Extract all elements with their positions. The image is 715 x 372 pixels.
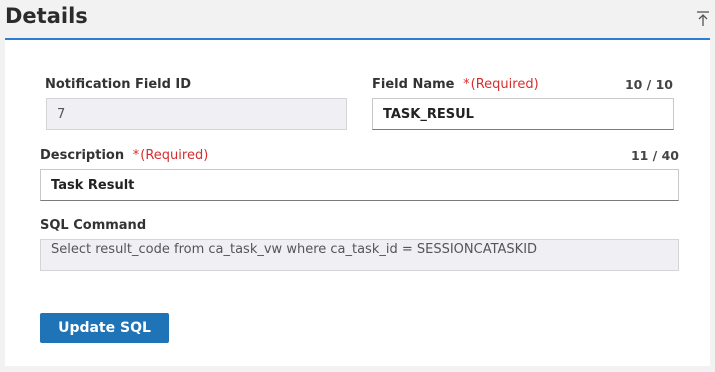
update-sql-button[interactable]: Update SQL [40, 313, 169, 343]
sql-command-value: Select result_code from ca_task_vw where… [51, 242, 538, 257]
notification-field-id-input: 7 [46, 98, 347, 130]
notification-field-id-label: Notification Field ID [45, 77, 192, 92]
description-counter: 11 / 40 [630, 148, 679, 163]
field-name-counter: 10 / 10 [624, 77, 673, 92]
page-title: Details [5, 4, 88, 28]
details-header: Details [0, 0, 715, 38]
collapse-to-top-icon[interactable] [695, 10, 711, 28]
panel-right-edge [710, 40, 715, 366]
sql-command-label: SQL Command [40, 218, 147, 233]
description-required-text: (Required) [140, 148, 209, 163]
field-name-label-text: Field Name [372, 77, 455, 92]
required-asterisk: * [463, 77, 470, 92]
details-form-panel: Notification Field ID 7 Field Name *(Req… [5, 40, 710, 366]
field-name-required-text: (Required) [470, 77, 539, 92]
field-name-value: TASK_RESUL [383, 106, 474, 122]
description-required: *(Required) [129, 148, 209, 163]
field-name-required: *(Required) [459, 77, 539, 92]
required-asterisk: * [132, 148, 140, 163]
field-name-label: Field Name *(Required) [372, 77, 539, 92]
description-label-text: Description [40, 148, 125, 163]
description-label: Description *(Required) [40, 148, 208, 163]
sql-command-textarea: Select result_code from ca_task_vw where… [40, 239, 679, 271]
description-input[interactable]: Task Result [40, 169, 679, 201]
field-name-input[interactable]: TASK_RESUL [372, 98, 674, 130]
description-value: Task Result [51, 177, 135, 193]
notification-field-id-value: 7 [57, 106, 66, 122]
